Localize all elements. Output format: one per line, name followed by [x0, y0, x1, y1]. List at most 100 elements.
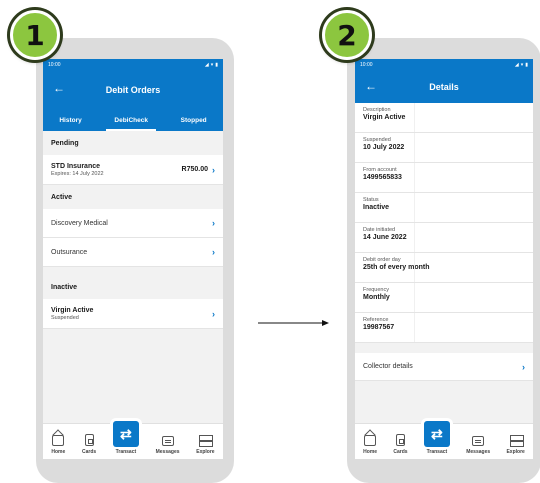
detail-label: Date initiated [363, 227, 396, 233]
detail-date-initiated: Date initiated 14 June 2022 [355, 223, 533, 253]
detail-label: Suspended [363, 137, 391, 143]
page-title: Debit Orders [105, 85, 161, 95]
debit-order-name: Outsurance [51, 248, 88, 256]
section-heading-active: Active [43, 185, 223, 209]
step-2-badge: 2 [322, 10, 372, 60]
debit-order-amount: R750.00 [181, 166, 208, 173]
explore-icon [199, 435, 214, 447]
nav-home[interactable]: Home [51, 435, 65, 455]
tab-bar: History DebiCheck Stopped [43, 109, 223, 131]
status-icons: ◢ ▾ ▮ [515, 62, 528, 68]
detail-value: Inactive [363, 204, 390, 211]
detail-value: 1499565833 [363, 174, 402, 181]
debit-order-status: Suspended [51, 314, 79, 321]
detail-value: Monthly [363, 294, 390, 301]
status-bar: 10:00 ◢ ▾ ▮ [43, 59, 223, 71]
cards-icon [84, 434, 94, 446]
battery-icon: ▮ [525, 62, 528, 68]
debit-order-row-virgin-active[interactable]: Virgin Active Suspended › [43, 299, 223, 329]
status-time: 10:00 [48, 62, 61, 68]
collector-details-label: Collector details [363, 363, 413, 370]
debit-orders-screen: 10:00 ◢ ▾ ▮ ← Debit Orders History DebiC… [43, 59, 223, 459]
detail-label: Debit order day [363, 257, 401, 263]
detail-value: 10 July 2022 [363, 144, 405, 151]
status-icons: ◢ ▾ ▮ [205, 62, 218, 68]
debit-order-name: Discovery Medical [51, 219, 108, 227]
nav-label: Explore [196, 449, 215, 455]
app-header: ← Debit Orders [43, 71, 223, 109]
back-arrow-icon[interactable]: ← [365, 80, 377, 92]
nav-explore[interactable]: Explore [506, 435, 525, 455]
messages-icon [472, 436, 485, 446]
detail-label: Status [363, 197, 379, 203]
nav-cards[interactable]: Cards [82, 434, 96, 455]
nav-home[interactable]: Home [363, 435, 377, 455]
detail-value: 25th of every month [363, 264, 430, 271]
nav-explore[interactable]: Explore [196, 435, 215, 455]
nav-label: Messages [466, 449, 491, 455]
tab-debicheck[interactable]: DebiCheck [106, 113, 156, 131]
nav-transact[interactable]: ⇄ Transact [423, 421, 450, 455]
chevron-right-icon: › [212, 308, 215, 319]
signal-icon: ◢ [514, 62, 519, 68]
nav-label: Messages [155, 449, 180, 455]
section-heading-pending: Pending [43, 131, 223, 155]
detail-label: Frequency [363, 287, 389, 293]
nav-cards[interactable]: Cards [393, 434, 408, 455]
nav-label: Transact [426, 449, 448, 455]
wifi-icon: ▾ [210, 62, 214, 68]
app-header: ← Details [355, 71, 533, 103]
transact-icon: ⇄ [112, 421, 139, 447]
transact-icon: ⇄ [423, 421, 450, 447]
status-bar: 10:00 ◢ ▾ ▮ [355, 59, 533, 71]
chevron-right-icon: › [212, 164, 215, 175]
debit-order-row-discovery-medical[interactable]: Discovery Medical › [43, 209, 223, 238]
signal-icon: ◢ [204, 62, 209, 68]
detail-value: 14 June 2022 [363, 234, 407, 241]
chevron-right-icon: › [522, 361, 525, 372]
details-screen: 10:00 ◢ ▾ ▮ ← Details Description Virgin… [355, 59, 533, 459]
home-icon [52, 435, 65, 446]
nav-label: Cards [393, 449, 408, 455]
wifi-icon: ▾ [520, 62, 524, 68]
detail-status: Status Inactive [355, 193, 533, 223]
explore-icon [509, 435, 524, 447]
debit-order-row-std-insurance[interactable]: STD Insurance Expires: 14 July 2022 R750… [43, 155, 223, 185]
cards-icon [395, 434, 405, 446]
back-arrow-icon[interactable]: ← [53, 82, 65, 94]
detail-reference: Reference 19987567 [355, 313, 533, 343]
debit-order-name: STD Insurance [51, 162, 101, 170]
nav-transact[interactable]: ⇄ Transact [112, 421, 139, 455]
page-title: Details [429, 82, 459, 92]
debit-order-row-outsurance[interactable]: Outsurance › [43, 238, 223, 267]
bottom-nav: Home Cards ⇄ Transact Messages Explore [355, 421, 533, 459]
nav-label: Explore [506, 449, 525, 455]
debit-order-name: Virgin Active [51, 306, 94, 314]
detail-label: From account [363, 167, 397, 173]
nav-label: Cards [81, 449, 97, 455]
nav-messages[interactable]: Messages [156, 436, 180, 455]
nav-messages[interactable]: Messages [466, 436, 490, 455]
collector-details-row[interactable]: Collector details › [355, 353, 533, 381]
tab-history[interactable]: History [57, 113, 83, 128]
detail-label: Description [363, 107, 391, 113]
nav-label: Home [51, 449, 66, 455]
battery-icon: ▮ [215, 62, 218, 68]
detail-from-account: From account 1499565833 [355, 163, 533, 193]
home-icon [364, 435, 377, 446]
step-1-badge: 1 [10, 10, 60, 60]
detail-label: Reference [363, 317, 389, 323]
nav-label: Home [363, 449, 378, 455]
detail-value: Virgin Active [363, 114, 406, 121]
chevron-right-icon: › [212, 218, 215, 228]
detail-frequency: Frequency Monthly [355, 283, 533, 313]
chevron-right-icon: › [212, 247, 215, 257]
nav-label: Transact [115, 449, 137, 455]
debit-order-expiry: Expires: 14 July 2022 [51, 170, 104, 177]
tab-stopped[interactable]: Stopped [179, 113, 209, 128]
arrow-right-icon [258, 320, 329, 326]
detail-suspended: Suspended 10 July 2022 [355, 133, 533, 163]
detail-description: Description Virgin Active [355, 103, 533, 133]
